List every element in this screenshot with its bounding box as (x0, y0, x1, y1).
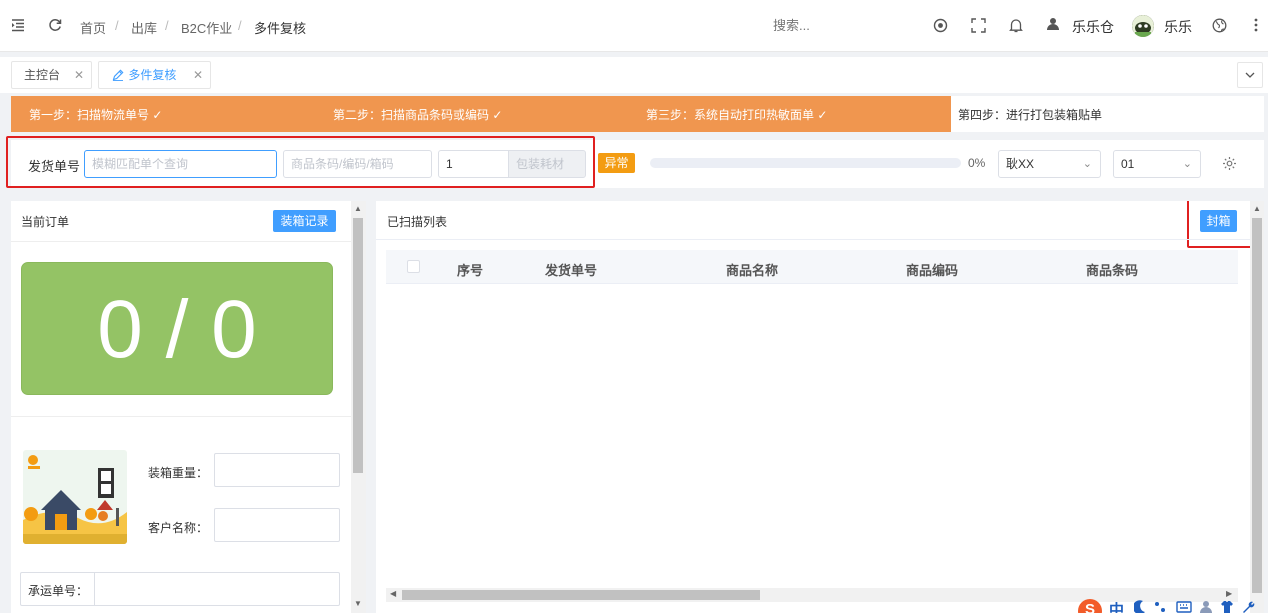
chevron-down-icon (1245, 66, 1255, 81)
more-vertical-icon[interactable] (1253, 18, 1259, 36)
close-icon[interactable]: ✕ (74, 62, 84, 88)
scanned-list-title: 已扫描列表 (387, 215, 448, 229)
tab-dashboard[interactable]: 主控台 ✕ (11, 61, 92, 89)
table-header: 序号 发货单号 商品名称 商品编码 商品条码 (386, 250, 1238, 284)
column-header[interactable]: 发货单号 (545, 260, 597, 279)
breadcrumb-outbound[interactable]: 出库 (131, 18, 157, 37)
ime-mode[interactable]: 中 (1109, 599, 1124, 613)
breadcrumb-separator: / (238, 18, 242, 33)
operator-value: 耿XX (1006, 157, 1035, 171)
packing-record-button[interactable]: 装箱记录 (273, 210, 336, 232)
scan-form: 发货单号 异常 0% 耿XX ⌄ 01 ⌄ (6, 136, 1264, 188)
progress-text: 0% (968, 156, 986, 170)
scroll-left-icon[interactable]: ◀ (390, 589, 396, 598)
step-1: 第一步：扫描物流单号 ✓ (29, 108, 163, 122)
weight-label: 装箱重量： (148, 466, 209, 480)
tab-multi-review[interactable]: 多件复核 ✕ (98, 61, 211, 89)
breadcrumb-separator: / (115, 18, 119, 33)
column-header[interactable]: 商品名称 (726, 260, 778, 279)
breadcrumb-current: 多件复核 (254, 21, 307, 36)
warehouse-name[interactable]: 乐乐仓 (1072, 17, 1114, 37)
wrench-icon[interactable] (1242, 600, 1255, 613)
scrollbar-thumb[interactable] (1252, 218, 1262, 593)
left-scrollbar[interactable]: ▲ ▼ (351, 201, 366, 613)
scanned-list-panel: 已扫描列表 封箱 序号 发货单号 商品名称 商品编码 商品条码 ◀ ▶ ▲ (376, 201, 1264, 613)
customer-label: 客户名称： (148, 521, 209, 535)
divider (11, 241, 351, 242)
record-icon[interactable] (933, 18, 948, 37)
scan-counter: 0 / 0 (21, 262, 333, 395)
table-body (386, 284, 1238, 589)
carrier-number-input[interactable] (95, 573, 339, 605)
user-icon[interactable] (1200, 600, 1212, 613)
breadcrumb-separator: / (165, 18, 169, 33)
fullscreen-icon[interactable] (971, 18, 986, 37)
tabs-bar: 主控台 ✕ 多件复核 ✕ (0, 57, 1268, 93)
menu-fold-icon[interactable] (11, 18, 25, 36)
ime-logo[interactable]: S (1078, 599, 1102, 613)
steps-banner: 第一步：扫描物流单号 ✓ 第二步：扫描商品条码或编码 ✓ 第三步：系统自动打印热… (11, 96, 1264, 132)
current-order-panel: 当前订单 装箱记录 0 / 0 装箱重量： 客户名称： 承运单号： ▲ ▼ (11, 201, 366, 613)
breadcrumb-b2c[interactable]: B2C作业 (181, 18, 232, 37)
bell-icon[interactable] (1009, 18, 1023, 37)
username[interactable]: 乐乐 (1164, 17, 1192, 37)
exception-button[interactable]: 异常 (598, 153, 635, 173)
select-all-checkbox[interactable] (407, 260, 420, 273)
refresh-icon[interactable] (48, 18, 62, 36)
scrollbar-thumb[interactable] (353, 218, 363, 473)
tabs-dropdown-button[interactable] (1237, 62, 1263, 88)
punctuation-icon[interactable] (1154, 601, 1168, 613)
station-value: 01 (1121, 157, 1135, 171)
top-header: 首页 / 出库 / B2C作业 / 多件复核 乐乐仓 乐乐 (0, 0, 1268, 52)
right-scrollbar[interactable]: ▲ (1250, 201, 1264, 613)
scroll-up-icon[interactable]: ▲ (354, 204, 362, 213)
tab-label: 主控台 (24, 68, 61, 82)
operator-select[interactable]: 耿XX ⌄ (998, 150, 1101, 178)
scroll-down-icon[interactable]: ▼ (354, 599, 362, 608)
highlight-box (6, 136, 595, 188)
current-order-title: 当前订单 (21, 215, 70, 229)
divider (376, 239, 1250, 240)
breadcrumb-home[interactable]: 首页 (80, 18, 106, 37)
customer-input[interactable] (214, 508, 340, 542)
scrollbar-thumb[interactable] (402, 590, 760, 600)
scroll-right-icon[interactable]: ▶ (1226, 589, 1232, 598)
chevron-down-icon: ⌄ (1182, 158, 1192, 170)
settings-gear-icon[interactable] (1222, 156, 1237, 174)
column-header[interactable]: 商品编码 (906, 260, 958, 279)
user-icon[interactable] (1046, 17, 1060, 35)
close-icon[interactable]: ✕ (193, 62, 203, 88)
station-select[interactable]: 01 ⌄ (1113, 150, 1201, 178)
highlight-box (1187, 201, 1253, 248)
divider (11, 416, 351, 417)
chevron-down-icon: ⌄ (1082, 158, 1092, 170)
avatar[interactable] (1132, 15, 1154, 37)
step-2: 第二步：扫描商品条码或编码 ✓ (333, 108, 503, 122)
tab-label: 多件复核 (128, 68, 177, 82)
package-illustration (23, 450, 127, 544)
shirt-icon[interactable] (1220, 600, 1234, 613)
ime-toolbar: S 中 (1076, 598, 1268, 613)
moon-icon[interactable] (1132, 600, 1146, 613)
progress-track (650, 158, 961, 168)
step-4: 第四步：进行打包装箱贴单 (958, 108, 1103, 122)
keyboard-icon[interactable] (1176, 601, 1192, 613)
column-header[interactable]: 商品条码 (1086, 260, 1138, 279)
globe-icon[interactable] (1212, 18, 1227, 37)
search-input[interactable] (740, 12, 890, 38)
step-3: 第三步：系统自动打印热敏面单 ✓ (646, 108, 828, 122)
column-header[interactable]: 序号 (457, 260, 483, 279)
carrier-number-label: 承运单号： (28, 584, 89, 598)
edit-icon (112, 64, 125, 90)
scroll-up-icon[interactable]: ▲ (1253, 204, 1261, 213)
weight-input[interactable] (214, 453, 340, 487)
